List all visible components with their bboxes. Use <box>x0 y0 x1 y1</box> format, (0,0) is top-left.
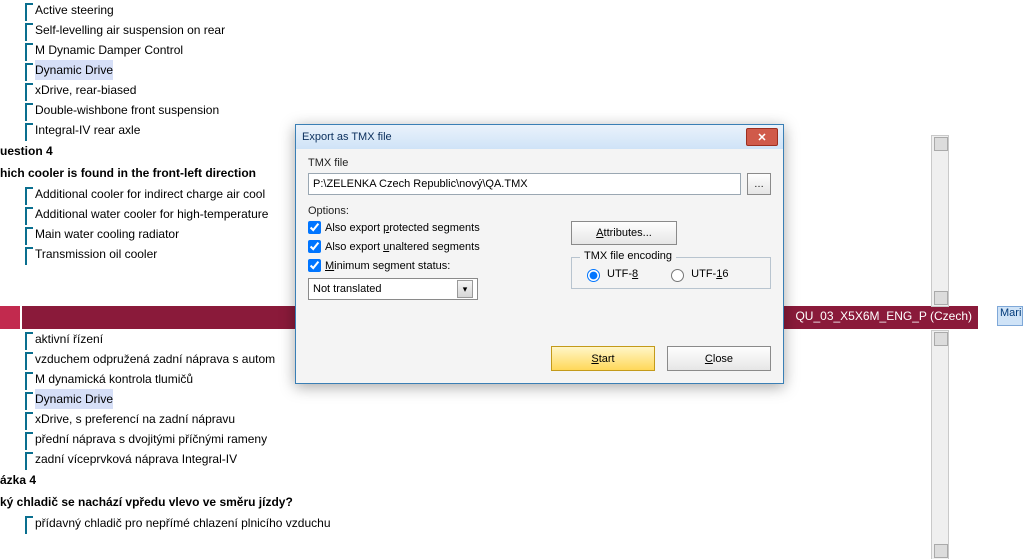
segment-item[interactable]: xDrive, rear-biased <box>25 80 978 100</box>
options-label: Options: <box>308 205 771 217</box>
segment-item[interactable]: aktivní řízení <box>25 329 331 349</box>
segment-item[interactable]: Self-levelling air suspension on rear <box>25 20 978 40</box>
dialog-titlebar[interactable]: Export as TMX file ✕ <box>296 125 783 149</box>
segment-text: M Dynamic Damper Control <box>35 40 183 60</box>
segment-marker-icon <box>25 392 33 410</box>
scroll-down-icon[interactable] <box>934 544 948 558</box>
segment-text: Transmission oil cooler <box>35 244 157 264</box>
segment-marker-icon <box>25 43 33 61</box>
minimum-status-select[interactable]: Not translated ▾ <box>308 278 478 300</box>
tmx-path-input[interactable] <box>308 173 741 195</box>
question-subheading-cz: ký chladič se nachází vpředu vlevo ve sm… <box>0 491 331 513</box>
file-name-label: QU_03_X5X6M_ENG_P (Czech) <box>795 309 972 323</box>
export-protected-label: Also export protected segments <box>325 222 480 234</box>
tmx-file-label: TMX file <box>308 157 771 169</box>
segment-item[interactable]: Dynamic Drive <box>25 60 978 80</box>
segment-marker-icon <box>25 63 33 81</box>
segment-text: Dynamic Drive <box>35 389 113 409</box>
segment-item[interactable]: M dynamická kontrola tlumičů <box>25 369 331 389</box>
scroll-up-icon[interactable] <box>934 332 948 346</box>
segment-marker-icon <box>25 123 33 141</box>
segment-item[interactable]: Double-wishbone front suspension <box>25 100 978 120</box>
question-heading-cz: ázka 4 <box>0 469 331 491</box>
segment-text: Integral-IV rear axle <box>35 120 140 140</box>
dialog-title: Export as TMX file <box>302 131 392 143</box>
export-protected-checkbox[interactable] <box>308 221 321 234</box>
segment-marker-icon <box>25 23 33 41</box>
segment-marker-icon <box>25 247 33 265</box>
segment-row-marker <box>0 306 22 329</box>
encoding-fieldset: TMX file encoding UTF-8 UTF-16 <box>571 257 771 289</box>
scrollbar-top[interactable] <box>931 135 949 307</box>
segment-text: přední náprava s dvojitými příčnými rame… <box>35 429 267 449</box>
segment-marker-icon <box>25 83 33 101</box>
segment-text: Double-wishbone front suspension <box>35 100 219 120</box>
minimum-status-label: Minimum segment status: <box>325 260 450 272</box>
close-button[interactable]: Close <box>667 346 771 371</box>
segment-item[interactable]: xDrive, s preferencí na zadní nápravu <box>25 409 331 429</box>
segment-item[interactable]: vzduchem odpružená zadní náprava s autom <box>25 349 331 369</box>
segment-marker-icon <box>25 352 33 370</box>
segment-text: aktivní řízení <box>35 329 103 349</box>
utf16-radio[interactable] <box>671 269 684 282</box>
segment-text: vzduchem odpružená zadní náprava s autom <box>35 349 275 369</box>
segment-item[interactable]: přídavný chladič pro nepřímé chlazení pl… <box>25 513 331 533</box>
segment-marker-icon <box>25 207 33 225</box>
export-unaltered-checkbox[interactable] <box>308 240 321 253</box>
segment-text: Main water cooling radiator <box>35 224 179 244</box>
window-close-button[interactable]: ✕ <box>746 128 778 146</box>
segment-text: Self-levelling air suspension on rear <box>35 20 225 40</box>
segment-item[interactable]: Dynamic Drive <box>25 389 331 409</box>
segment-text: xDrive, rear-biased <box>35 80 136 100</box>
segment-item[interactable]: Active steering <box>25 0 978 20</box>
chevron-down-icon: ▾ <box>457 280 473 298</box>
segment-marker-icon <box>25 103 33 121</box>
segment-text: Active steering <box>35 0 114 20</box>
segment-item[interactable]: M Dynamic Damper Control <box>25 40 978 60</box>
export-tmx-dialog: Export as TMX file ✕ TMX file … Options:… <box>295 124 784 384</box>
segment-text: Dynamic Drive <box>35 60 113 80</box>
minimum-status-checkbox[interactable] <box>308 259 321 272</box>
scroll-down-icon[interactable] <box>934 291 948 305</box>
close-icon: ✕ <box>757 131 766 144</box>
export-unaltered-label: Also export unaltered segments <box>325 241 480 253</box>
scroll-up-icon[interactable] <box>934 137 948 151</box>
segment-text: přídavný chladič pro nepřímé chlazení pl… <box>35 513 331 533</box>
browse-button[interactable]: … <box>747 173 771 195</box>
segment-marker-icon <box>25 516 33 534</box>
utf8-radio-row[interactable]: UTF-8 <box>582 266 638 282</box>
segment-marker-icon <box>25 3 33 21</box>
segment-marker-icon <box>25 412 33 430</box>
segment-item[interactable]: zadní víceprvková náprava Integral-IV <box>25 449 331 469</box>
segment-marker-icon <box>25 227 33 245</box>
utf8-radio[interactable] <box>587 269 600 282</box>
utf16-radio-row[interactable]: UTF-16 <box>666 266 728 282</box>
segment-marker-icon <box>25 332 33 350</box>
segment-item[interactable]: přední náprava s dvojitými příčnými rame… <box>25 429 331 449</box>
segment-marker-icon <box>25 452 33 470</box>
attributes-button[interactable]: Attributes... <box>571 221 677 245</box>
segment-marker-icon <box>25 432 33 450</box>
start-button[interactable]: Start <box>551 346 655 371</box>
segment-text: M dynamická kontrola tlumičů <box>35 369 193 389</box>
encoding-legend: TMX file encoding <box>580 250 676 262</box>
ellipsis-icon: … <box>754 179 764 190</box>
select-value: Not translated <box>313 283 381 295</box>
scrollbar-bottom[interactable] <box>931 330 949 559</box>
segment-text: xDrive, s preferencí na zadní nápravu <box>35 409 235 429</box>
side-tab[interactable]: Mari <box>997 306 1023 326</box>
segment-marker-icon <box>25 372 33 390</box>
segment-marker-icon <box>25 187 33 205</box>
segment-text: Additional cooler for indirect charge ai… <box>35 184 265 204</box>
segment-text: zadní víceprvková náprava Integral-IV <box>35 449 237 469</box>
segment-text: Additional water cooler for high-tempera… <box>35 204 268 224</box>
